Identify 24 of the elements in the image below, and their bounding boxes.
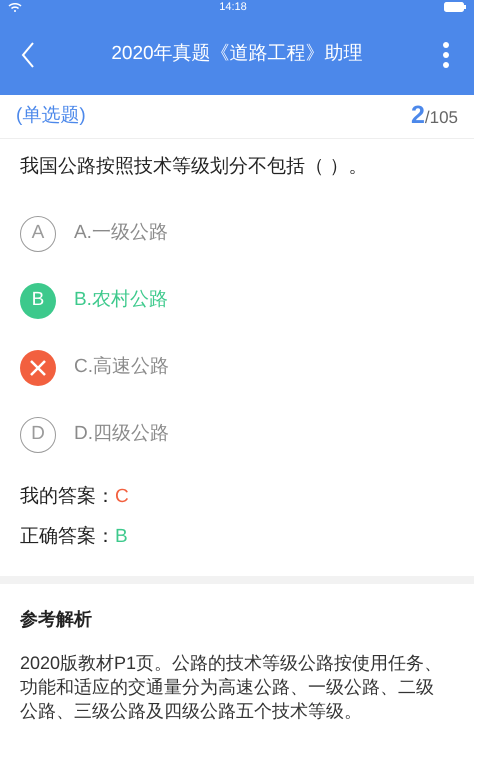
status-time: 14:18 bbox=[219, 2, 247, 12]
option-letter: A bbox=[20, 216, 56, 252]
answer-label: 正确答案： bbox=[20, 524, 115, 549]
question-text: 我国公路按照技术等级划分不包括（ ）。 bbox=[19, 155, 368, 179]
answer-option[interactable]: D D.四级公路 bbox=[20, 416, 454, 452]
answer-option[interactable]: B B.农村公路 bbox=[20, 282, 454, 318]
header-title: 2020年真题《道路工程》助理 bbox=[111, 42, 363, 66]
wifi-icon bbox=[8, 2, 22, 12]
more-icon bbox=[442, 40, 450, 68]
question-number: 2 bbox=[411, 102, 425, 128]
analysis-text: 2020版教材P1页。公路的技术等级公路按使用任务、功能和适应的交通量分为高速公路、一级公路、二级公路、三级公路及四级公路五个技术等级。 bbox=[19, 652, 444, 722]
back-icon bbox=[21, 42, 35, 68]
answer-label: 我的答案： bbox=[20, 484, 115, 508]
option-letter: B bbox=[20, 282, 56, 318]
answer-value: C bbox=[115, 484, 129, 508]
wrong-icon bbox=[20, 350, 56, 386]
answer-option[interactable]: A A.一级公路 bbox=[20, 216, 454, 252]
battery-icon bbox=[444, 2, 466, 12]
analysis-title: 参考解析 bbox=[19, 608, 93, 630]
answer-value: B bbox=[115, 525, 128, 549]
option-letter: D bbox=[20, 416, 56, 452]
question-total: /105 bbox=[424, 106, 458, 128]
answer-option[interactable]: C.高速公路 bbox=[20, 350, 454, 386]
question-type: (单选题) bbox=[16, 104, 86, 128]
